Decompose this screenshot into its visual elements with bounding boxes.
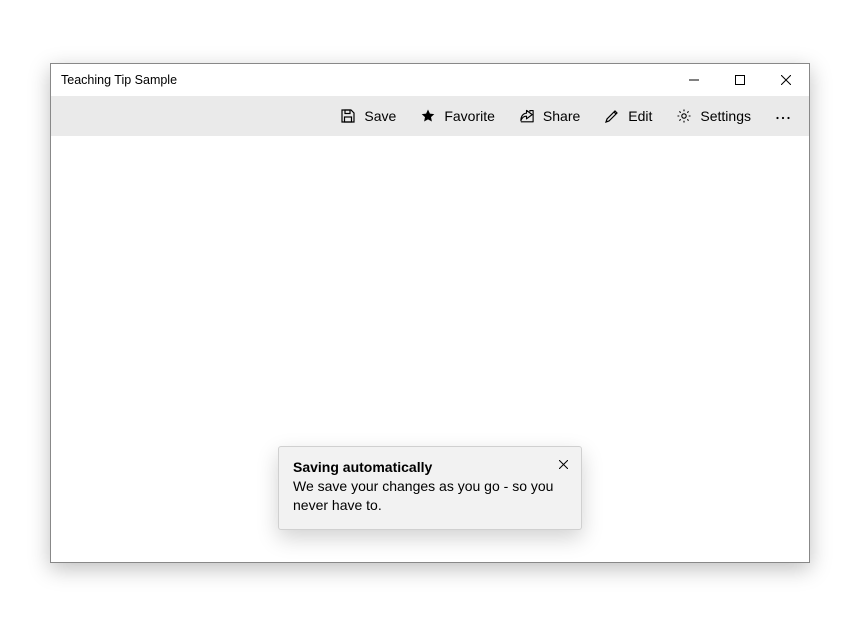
teaching-tip-title: Saving automatically <box>293 459 567 475</box>
content-area: Saving automatically We save your change… <box>51 136 809 562</box>
edit-icon <box>604 108 620 124</box>
favorite-label: Favorite <box>444 108 495 124</box>
save-label: Save <box>364 108 396 124</box>
teaching-tip: Saving automatically We save your change… <box>278 446 582 530</box>
commandbar: Save Favorite Share <box>51 96 809 136</box>
minimize-icon <box>689 75 699 85</box>
window-controls <box>671 64 809 96</box>
share-icon <box>519 108 535 124</box>
save-button[interactable]: Save <box>328 96 408 136</box>
edit-label: Edit <box>628 108 652 124</box>
maximize-button[interactable] <box>717 64 763 96</box>
more-icon <box>775 107 791 125</box>
minimize-button[interactable] <box>671 64 717 96</box>
app-window: Teaching Tip Sample <box>50 63 810 563</box>
save-icon <box>340 108 356 124</box>
settings-button[interactable]: Settings <box>664 96 763 136</box>
window-title: Teaching Tip Sample <box>51 73 671 87</box>
close-icon <box>559 456 568 474</box>
favorite-button[interactable]: Favorite <box>408 96 507 136</box>
gear-icon <box>676 108 692 124</box>
teaching-tip-subtitle: We save your changes as you go - so you … <box>293 477 567 515</box>
close-icon <box>781 75 791 85</box>
maximize-icon <box>735 75 745 85</box>
settings-label: Settings <box>700 108 751 124</box>
more-button[interactable] <box>763 96 803 136</box>
titlebar: Teaching Tip Sample <box>51 64 809 96</box>
teaching-tip-close-button[interactable] <box>553 455 573 475</box>
close-button[interactable] <box>763 64 809 96</box>
share-label: Share <box>543 108 580 124</box>
star-icon <box>420 108 436 124</box>
edit-button[interactable]: Edit <box>592 96 664 136</box>
share-button[interactable]: Share <box>507 96 592 136</box>
